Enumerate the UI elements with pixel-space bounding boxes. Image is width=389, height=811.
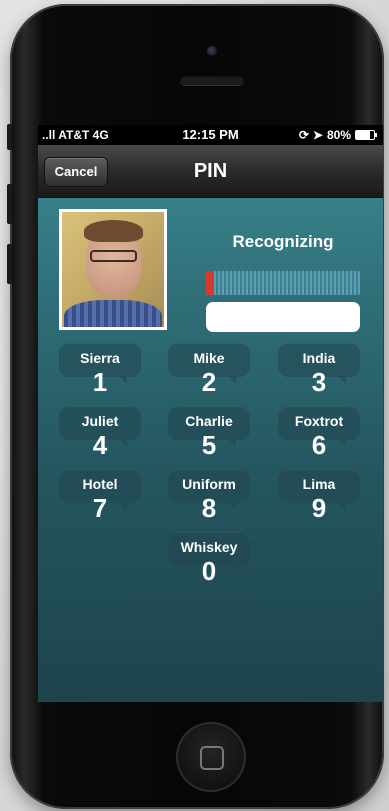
key-4[interactable]: Juliet 4 <box>59 406 141 468</box>
recognition-status: Recognizing <box>232 232 334 251</box>
key-digit: 3 <box>311 367 327 397</box>
status-indicators: ⟳ ➤ 80% <box>298 128 377 142</box>
key-word: Mike <box>193 350 225 366</box>
key-9[interactable]: Lima 9 <box>278 469 360 531</box>
key-word: Juliet <box>81 413 119 429</box>
battery-percent: 80% <box>326 128 351 142</box>
camera-preview <box>59 209 167 330</box>
key-digit: 9 <box>311 493 327 523</box>
rotation-lock-icon: ⟳ <box>298 128 309 142</box>
volume-down-button <box>7 244 12 284</box>
progress-fill <box>206 271 214 295</box>
key-digit: 8 <box>201 493 217 523</box>
key-word: Uniform <box>182 476 236 492</box>
key-digit: 0 <box>201 556 217 586</box>
key-3[interactable]: India 3 <box>278 343 360 405</box>
recognition-progress-bar <box>206 271 360 295</box>
page-title: PIN <box>193 160 228 182</box>
phone-frame: ..ll AT&T 4G 12:15 PM ⟳ ➤ 80% Cancel PIN… <box>7 4 384 809</box>
volume-up-button <box>7 184 12 224</box>
key-word: Lima <box>302 476 336 492</box>
face-photo <box>62 212 164 327</box>
pin-input[interactable] <box>206 302 360 332</box>
front-camera <box>207 46 217 56</box>
key-8[interactable]: Uniform 8 <box>168 469 250 531</box>
key-word: Whiskey <box>180 539 238 555</box>
key-digit: 6 <box>311 430 327 460</box>
key-0[interactable]: Whiskey 0 <box>168 532 250 594</box>
mute-switch <box>7 124 12 150</box>
key-digit: 4 <box>92 430 108 460</box>
earpiece-speaker <box>180 75 244 85</box>
status-bar: ..ll AT&T 4G 12:15 PM ⟳ ➤ 80% <box>38 125 383 145</box>
key-digit: 5 <box>201 430 217 460</box>
key-1[interactable]: Sierra 1 <box>59 343 141 405</box>
key-6[interactable]: Foxtrot 6 <box>278 406 360 468</box>
key-digit: 2 <box>201 367 217 397</box>
key-2[interactable]: Mike 2 <box>168 343 250 405</box>
screen: ..ll AT&T 4G 12:15 PM ⟳ ➤ 80% Cancel PIN… <box>38 125 383 702</box>
key-digit: 1 <box>92 367 108 397</box>
navigation-bar: Cancel PIN <box>38 145 383 198</box>
key-digit: 7 <box>92 493 108 523</box>
battery-icon <box>355 130 377 140</box>
key-word: Sierra <box>80 350 120 366</box>
key-word: India <box>302 350 336 366</box>
key-word: Foxtrot <box>294 413 344 429</box>
home-button-icon[interactable] <box>176 722 246 792</box>
key-7[interactable]: Hotel 7 <box>59 469 141 531</box>
key-word: Charlie <box>185 413 233 429</box>
key-word: Hotel <box>82 476 118 492</box>
location-arrow-icon: ➤ <box>312 128 323 142</box>
key-5[interactable]: Charlie 5 <box>168 406 250 468</box>
